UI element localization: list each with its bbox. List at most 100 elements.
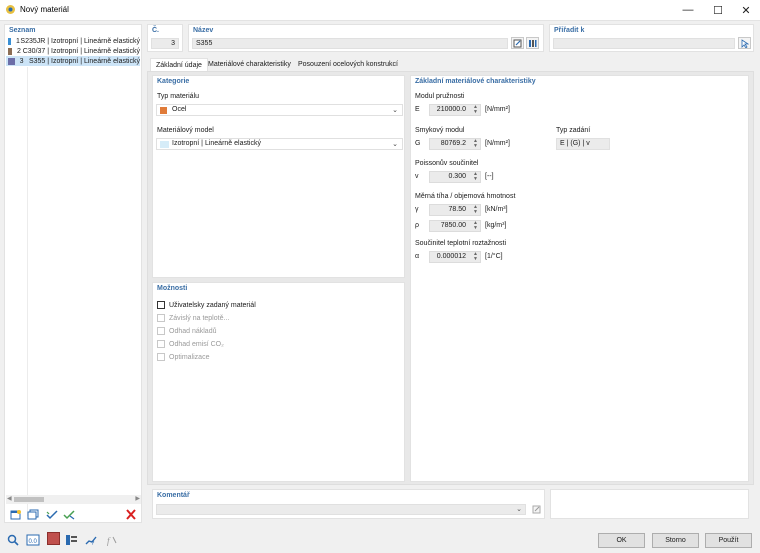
checkbox[interactable] — [157, 327, 165, 335]
list-item-selected[interactable]: 3 S355 | Izotropní | Lineárně elastický — [6, 56, 140, 66]
chevron-down-icon[interactable]: ⌄ — [392, 140, 398, 148]
pick-cursor-icon[interactable] — [738, 37, 751, 49]
tab-material-properties[interactable]: Materiálové charakteristiky — [203, 58, 296, 72]
number-panel: Č. 3 — [147, 24, 183, 52]
spin-icon[interactable]: ▲ ▼ — [473, 221, 478, 231]
gamma-input[interactable]: 78.50 ▲ ▼ — [429, 204, 481, 216]
g-input[interactable]: 80769.2 ▲ ▼ — [429, 138, 481, 150]
co2-estimate-checkbox[interactable]: Odhad emisí CO₂ — [157, 340, 224, 348]
minimize-icon[interactable]: — — [674, 0, 702, 20]
user-defined-checkbox[interactable]: Uživatelsky zadaný materiál — [157, 301, 256, 309]
option-label: Optimalizace — [169, 353, 210, 361]
help-icon[interactable]: ? — [84, 533, 98, 546]
comment-edit-icon[interactable] — [530, 503, 542, 515]
spin-icon[interactable]: ▲ ▼ — [473, 252, 478, 262]
material-type-select[interactable]: Ocel ⌄ — [156, 104, 403, 116]
list-scrollbar[interactable]: ◀ ▶ — [6, 495, 141, 504]
material-list-panel: Seznam 1 S235JR | Izotropní | Lineárně e… — [4, 24, 142, 523]
weight-title: Měrná tíha / objemová hmotnost — [415, 193, 516, 200]
chevron-down-icon[interactable]: ⌄ — [516, 505, 522, 513]
spin-icon[interactable]: ▲ ▼ — [473, 205, 478, 215]
name-label: Název — [193, 27, 214, 34]
uncheck-icon[interactable] — [62, 508, 76, 521]
search-icon[interactable] — [6, 533, 20, 546]
category-panel: Kategorie Typ materiálu Ocel ⌄ Materiálo… — [152, 75, 405, 278]
rho-input[interactable]: 7850.00 ▲ ▼ — [429, 220, 481, 232]
close-icon[interactable]: ✕ — [732, 0, 760, 20]
v-unit: [--] — [485, 173, 494, 180]
optimization-checkbox[interactable]: Optimalizace — [157, 353, 209, 361]
elastic-modulus-title: Modul pružnosti — [415, 93, 465, 100]
delete-icon[interactable] — [124, 508, 138, 521]
e-input[interactable]: 210000.0 ▲ ▼ — [429, 104, 481, 116]
e-unit: [N/mm²] — [485, 106, 510, 113]
color-picker-icon[interactable] — [47, 532, 60, 545]
properties-title: Základní materiálové charakteristiky — [415, 78, 536, 85]
cancel-button[interactable]: Storno — [652, 533, 699, 548]
units-icon[interactable]: 0.0 — [26, 533, 40, 546]
option-label: Odhad emisí CO₂ — [169, 340, 224, 348]
g-unit: [N/mm²] — [485, 140, 510, 147]
list-item[interactable]: 1 S235JR | Izotropní | Lineárně elastick… — [6, 36, 140, 46]
material-type-value: Ocel — [172, 106, 187, 113]
maximize-icon[interactable]: ☐ — [704, 0, 732, 20]
rho-value: 7850.00 — [440, 222, 466, 229]
v-value: 0.300 — [448, 173, 466, 180]
material-library-icon[interactable] — [526, 37, 539, 49]
list-item-label: S355 | Izotropní | Lineárně elastický — [28, 57, 140, 65]
number-field[interactable]: 3 — [151, 38, 179, 49]
list-item[interactable]: 2 C30/37 | Izotropní | Lineárně elastick… — [6, 46, 140, 56]
material-type-label: Typ materiálu — [157, 93, 200, 100]
comment-title: Komentář — [157, 492, 190, 499]
checkbox[interactable] — [157, 340, 165, 348]
svg-text:0.0: 0.0 — [29, 539, 38, 545]
options-title: Možnosti — [157, 285, 188, 292]
input-type-field[interactable]: E | (G) | v — [556, 138, 610, 150]
gamma-unit: [kN/m³] — [485, 206, 508, 213]
check-all-icon[interactable] — [45, 508, 59, 521]
spin-icon[interactable]: ▲ ▼ — [473, 172, 478, 182]
spin-icon[interactable]: ▲ ▼ — [473, 105, 478, 115]
material-list: 1 S235JR | Izotropní | Lineárně elastick… — [6, 36, 140, 66]
alpha-symbol: α — [415, 253, 420, 260]
alpha-input[interactable]: 0.000012 ▲ ▼ — [429, 251, 481, 263]
checkbox[interactable] — [157, 314, 165, 322]
ok-button[interactable]: OK — [598, 533, 645, 548]
scroll-thumb[interactable] — [14, 497, 44, 502]
tab-steel-design[interactable]: Posouzení ocelových konstrukcí — [293, 58, 403, 72]
checkbox[interactable] — [157, 353, 165, 361]
material-model-select[interactable]: Izotropní | Lineárně elastický ⌄ — [156, 138, 403, 150]
assign-field[interactable] — [553, 38, 735, 49]
option-label: Odhad nákladů — [169, 327, 217, 335]
checkbox[interactable] — [157, 301, 165, 309]
cost-estimate-checkbox[interactable]: Odhad nákladů — [157, 327, 216, 335]
svg-text:f: f — [107, 536, 111, 546]
scroll-left-icon[interactable]: ◀ — [7, 495, 12, 502]
tab-basic-data[interactable]: Základní údaje — [150, 58, 208, 72]
comment-input[interactable]: ⌄ — [156, 504, 526, 515]
temperature-dependent-checkbox[interactable]: Závislý na teplotě... — [157, 314, 229, 322]
gamma-value: 78.50 — [448, 206, 466, 213]
name-field[interactable]: S355 — [192, 38, 508, 49]
new-material-icon[interactable] — [9, 508, 23, 521]
scroll-right-icon[interactable]: ▶ — [135, 495, 140, 502]
alpha-value: 0.000012 — [436, 253, 466, 260]
function-icon[interactable]: f — [104, 533, 118, 546]
model-tree-icon[interactable] — [64, 533, 78, 546]
material-color-swatch — [8, 47, 13, 55]
v-input[interactable]: 0.300 ▲ ▼ — [429, 171, 481, 183]
option-label: Závislý na teplotě... — [169, 314, 230, 322]
spin-icon[interactable]: ▲ ▼ — [473, 139, 478, 149]
shear-modulus-title: Smykový modul — [415, 127, 465, 134]
list-divider — [27, 67, 28, 516]
window-title: Nový materiál — [20, 5, 69, 14]
copy-material-icon[interactable] — [26, 508, 40, 521]
edit-name-icon[interactable] — [511, 37, 524, 49]
g-value: 80769.2 — [440, 140, 466, 147]
chevron-down-icon[interactable]: ⌄ — [392, 106, 398, 114]
model-swatch — [160, 141, 169, 148]
apply-button[interactable]: Použít — [705, 533, 752, 548]
list-item-label: S235JR | Izotropní | Lineárně elastický — [20, 37, 140, 45]
assign-panel: Přiřadit k — [549, 24, 754, 52]
material-color-swatch — [8, 57, 15, 65]
